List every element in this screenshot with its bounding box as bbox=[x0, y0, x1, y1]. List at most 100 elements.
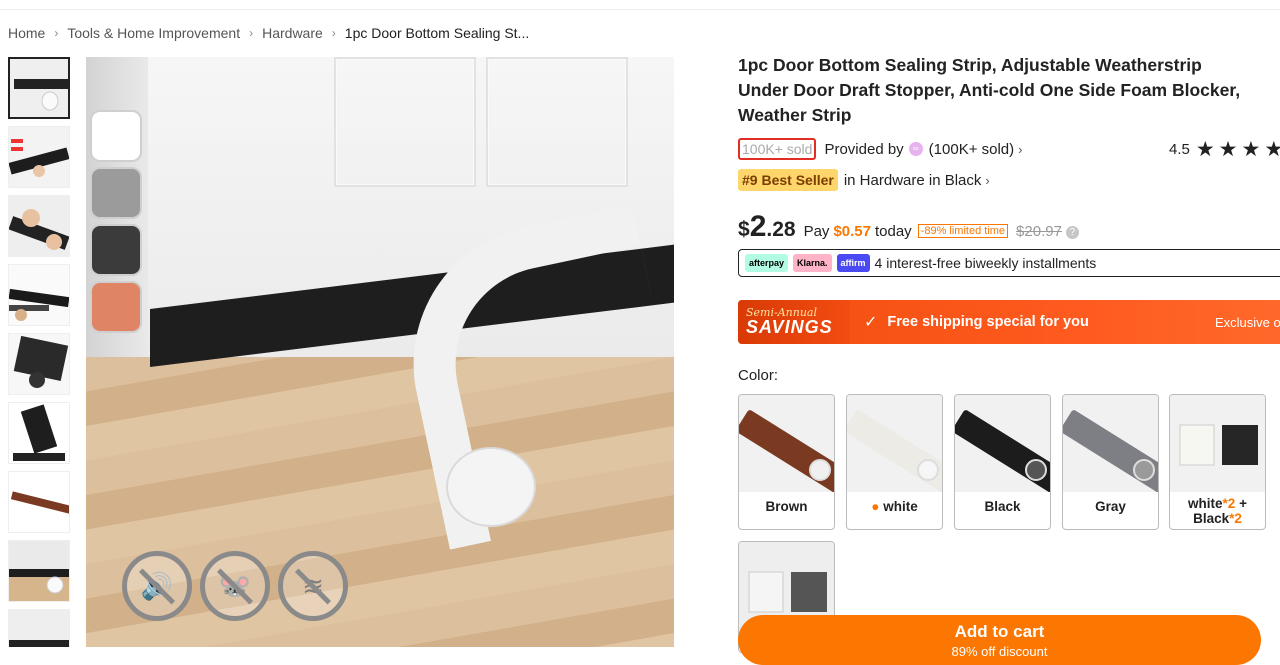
add-to-cart-discount: 89% off discount bbox=[951, 643, 1048, 659]
product-info: 1pc Door Bottom Sealing Strip, Adjustabl… bbox=[738, 53, 1280, 653]
color-option-label: Gray bbox=[1095, 499, 1126, 514]
affirm-logo: affirm bbox=[836, 254, 870, 272]
pay-today-amount: $0.57 bbox=[833, 223, 871, 240]
thumbnail-5[interactable] bbox=[8, 333, 70, 395]
thumbnail-8[interactable] bbox=[8, 540, 70, 602]
foam-roll bbox=[917, 459, 939, 481]
bundle-label-black: Black bbox=[1193, 511, 1230, 526]
price-currency: $ bbox=[738, 218, 750, 241]
add-to-cart-button[interactable]: Add to cart 89% off discount bbox=[738, 615, 1261, 665]
star-rating-icon: ★★★★ bbox=[1195, 138, 1280, 161]
door-panel bbox=[334, 57, 476, 187]
klarna-logo: Klarna. bbox=[793, 254, 832, 272]
product-thumbnail-image bbox=[9, 403, 69, 463]
provider-logo-icon: ∞ bbox=[908, 142, 923, 156]
check-icon: ✓ bbox=[864, 314, 878, 331]
free-shipping-text: Free shipping special for you bbox=[887, 314, 1089, 330]
color-option-label: white*2 + Black*2 bbox=[1170, 496, 1265, 526]
semi-annual-savings-logo: Semi-Annual SAVINGS bbox=[738, 300, 850, 344]
best-seller-row[interactable]: #9 Best Seller in Hardware in Black › bbox=[738, 169, 990, 191]
color-label: Color: bbox=[738, 367, 779, 384]
door-panel bbox=[486, 57, 628, 187]
image-foam-tube-end bbox=[446, 447, 536, 527]
thumbnail-4[interactable] bbox=[8, 264, 70, 326]
thumbnail-1[interactable] bbox=[8, 57, 70, 119]
color-option-image bbox=[1063, 395, 1158, 492]
limited-time-badge: -89% limited time bbox=[917, 224, 1009, 238]
bundle-qty-black: *2 bbox=[1229, 511, 1242, 526]
promo-banner[interactable]: Semi-Annual SAVINGS ✓ Free shipping spec… bbox=[738, 300, 1280, 344]
image-swatch-orange bbox=[90, 281, 142, 333]
promo-brand-line2: SAVINGS bbox=[746, 317, 833, 337]
sales-meta-row: 100K+ sold Provided by ∞ (100K+ sold) › … bbox=[738, 137, 1280, 161]
color-option-black[interactable]: Black bbox=[954, 394, 1051, 530]
image-swatch-gray bbox=[90, 167, 142, 219]
product-thumbnail-image bbox=[9, 127, 69, 187]
breadcrumb-hardware[interactable]: Hardware bbox=[262, 25, 323, 41]
breadcrumb-tools-home-improvement[interactable]: Tools & Home Improvement bbox=[67, 25, 240, 41]
image-swatch-dark bbox=[90, 224, 142, 276]
original-price: $20.97 bbox=[1016, 223, 1062, 240]
rating[interactable]: 4.5 ★★★★ bbox=[1169, 137, 1280, 162]
color-option-gray[interactable]: Gray bbox=[1062, 394, 1159, 530]
image-color-swatches bbox=[90, 110, 144, 338]
color-option-image bbox=[955, 395, 1050, 492]
price-integer: 2 bbox=[749, 210, 767, 243]
thumbnail-6[interactable] bbox=[8, 402, 70, 464]
sold-count-badge: 100K+ sold bbox=[738, 138, 817, 160]
chevron-right-icon: › bbox=[985, 172, 990, 188]
feature-icons: 🔊 🐭 ≋ bbox=[122, 551, 348, 621]
color-option-label: white bbox=[883, 499, 918, 514]
thumbnail-list bbox=[8, 57, 72, 647]
product-thumbnail-image bbox=[9, 610, 69, 647]
best-seller-rank: #9 Best Seller bbox=[742, 172, 834, 188]
color-option-white[interactable]: ● white bbox=[846, 394, 943, 530]
pay-today-suffix: today bbox=[874, 223, 912, 240]
afterpay-logo: afterpay bbox=[745, 254, 789, 272]
foam-roll bbox=[1133, 459, 1155, 481]
no-wind-icon: ≋ bbox=[278, 551, 348, 621]
no-pests-icon: 🐭 bbox=[200, 551, 270, 621]
add-to-cart-label: Add to cart bbox=[954, 621, 1045, 641]
provider-sold-count[interactable]: (100K+ sold) bbox=[929, 141, 1014, 158]
exclusive-offer-text: Exclusive offer bbox=[1215, 314, 1280, 330]
bundle-qty-white: *2 bbox=[1222, 496, 1236, 511]
chevron-right-icon: › bbox=[249, 26, 254, 40]
breadcrumb: Home › Tools & Home Improvement › Hardwa… bbox=[8, 25, 529, 41]
bundle-preview bbox=[1170, 395, 1265, 492]
color-option-label: Brown bbox=[765, 499, 808, 514]
color-option-image bbox=[1170, 395, 1265, 492]
pay-label: Pay bbox=[803, 223, 830, 240]
price-decimal: .28 bbox=[766, 218, 796, 241]
product-title: 1pc Door Bottom Sealing Strip, Adjustabl… bbox=[738, 55, 1241, 125]
best-seller-badge: #9 Best Seller bbox=[738, 169, 838, 191]
provided-by-label: Provided by bbox=[824, 140, 904, 158]
thumbnail-7[interactable] bbox=[8, 471, 70, 533]
rating-value: 4.5 bbox=[1169, 141, 1190, 158]
color-option-white-black-bundle[interactable]: white*2 + Black*2 bbox=[1169, 394, 1266, 530]
product-thumbnail-image bbox=[9, 541, 69, 601]
bundle-label-white: white bbox=[1188, 496, 1223, 511]
foam-roll bbox=[809, 459, 831, 481]
main-product-image[interactable]: 🔊 🐭 ≋ bbox=[86, 57, 674, 647]
color-option-label-wrap: ● white bbox=[847, 499, 942, 514]
bundle-plus: + bbox=[1239, 496, 1247, 511]
breadcrumb-home[interactable]: Home bbox=[8, 25, 45, 41]
thumbnail-3[interactable] bbox=[8, 195, 70, 257]
installments-text: 4 interest-free biweekly installments bbox=[874, 255, 1097, 271]
color-option-brown[interactable]: Brown bbox=[738, 394, 835, 530]
image-swatch-white bbox=[90, 110, 142, 162]
price-row: $ 2 .28 Pay $0.57 today -89% limited tim… bbox=[738, 210, 1079, 244]
chevron-right-icon: › bbox=[54, 26, 59, 40]
thumbnail-9[interactable] bbox=[8, 609, 70, 647]
thumbnail-2[interactable] bbox=[8, 126, 70, 188]
help-icon[interactable]: ? bbox=[1065, 226, 1079, 239]
product-thumbnail-image bbox=[10, 59, 68, 117]
hot-flame-icon: ● bbox=[871, 499, 880, 514]
no-sound-icon: 🔊 bbox=[122, 551, 192, 621]
installments-banner[interactable]: afterpay Klarna. affirm 4 interest-free … bbox=[738, 249, 1280, 277]
product-thumbnail-image bbox=[9, 265, 69, 325]
color-option-image bbox=[847, 395, 942, 492]
chevron-right-icon[interactable]: › bbox=[1018, 142, 1022, 157]
header-divider bbox=[0, 9, 1280, 10]
